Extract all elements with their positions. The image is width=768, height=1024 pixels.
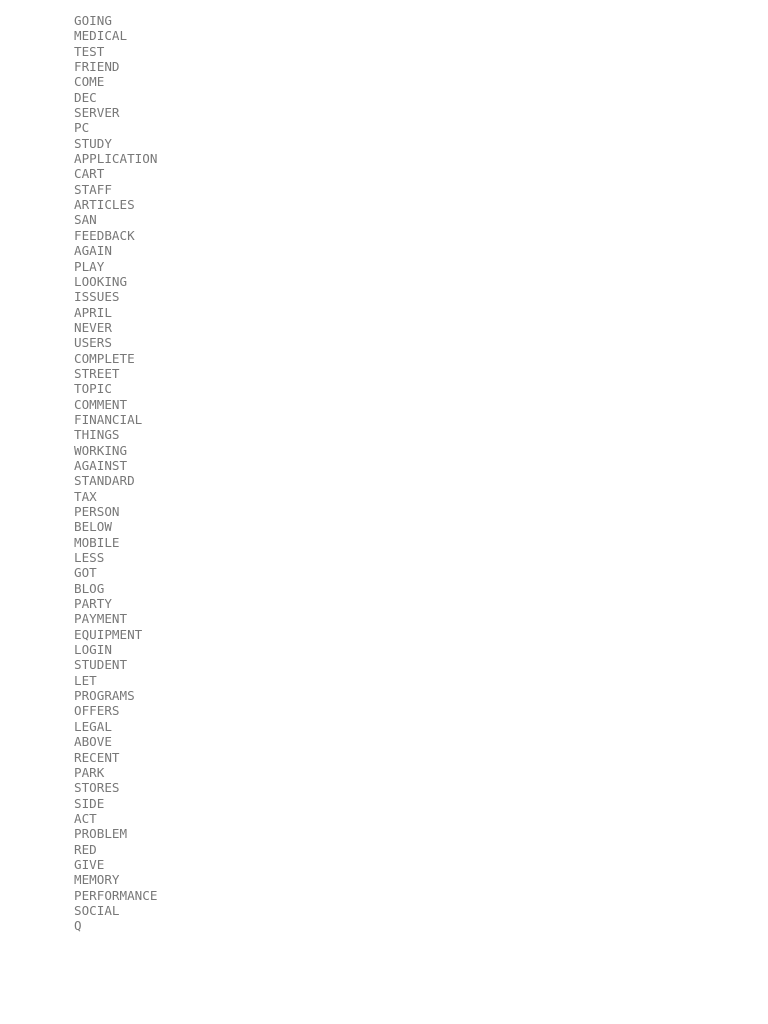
word-list-item: AGAIN [74,243,112,259]
word-list-item: LEGAL [74,718,112,734]
word-list-item: PERFORMANCE [74,887,158,903]
word-list-item: PLAY [74,258,105,274]
word-list-item: STUDY [74,135,112,151]
word-list-item: STANDARD [74,473,135,489]
word-list-item: SIDE [74,795,105,811]
word-list-item: PROGRAMS [74,688,135,704]
word-list-item: FEEDBACK [74,227,135,243]
word-list-item: COMPLETE [74,350,135,366]
word-list-item: APRIL [74,304,112,320]
word-list-item: STREET [74,365,120,381]
word-list-item: TEST [74,43,105,59]
word-list-item: ABOVE [74,734,112,750]
word-list-item: LESS [74,550,105,566]
word-list-item: GIVE [74,856,105,872]
word-list-item: PC [74,120,90,136]
word-list-item: COMMENT [74,396,128,412]
word-list-item: GOING [74,13,112,28]
word-list-item: DEC [74,89,97,105]
word-list-item: WORKING [74,442,128,458]
word-list-item: ARTICLES [74,197,135,213]
word-list-item: Q [74,918,82,934]
word-list-item: STORES [74,780,120,796]
word-list-item: TAX [74,488,97,504]
word-list-item: COME [74,74,105,90]
word-list-item: FINANCIAL [74,411,143,427]
word-list-item: USERS [74,335,112,351]
word-list-item: PERSON [74,504,120,519]
word-list-item: BLOG [74,580,105,596]
word-list-item: OFFERS [74,703,120,719]
word-list-item: LOGIN [74,642,112,658]
word-list-item: CART [74,166,105,182]
word-list-item: PAYMENT [74,611,128,627]
word-list-item: MEDICAL [74,28,128,44]
word-list-item: STAFF [74,181,112,197]
word-list-item: MEMORY [74,872,120,888]
word-list-item: LET [74,672,97,688]
word-list-item: BELOW [74,519,112,535]
word-list-item: LOOKING [74,273,128,289]
word-list-item: THINGS [74,427,120,443]
word-list-item: NEVER [74,319,112,335]
word-list-item: SOCIAL [74,902,120,918]
word-list-item: PARK [74,764,105,780]
word-list-item: PARTY [74,596,112,612]
word-list-item: APPLICATION [74,151,158,167]
word-list-item: RED [74,841,97,857]
word-list-item: STUDENT [74,657,128,673]
word-list-item: TOPIC [74,381,112,397]
word-list-item: GOT [74,565,97,581]
word-list-item: RECENT [74,749,120,765]
word-list-item: FRIEND [74,59,120,75]
word-list-item: ISSUES [74,289,120,305]
word-list: GOING MEDICAL TEST FRIEND COME DEC SERVER PC STU… [74,13,157,934]
word-list-item: SERVER [74,105,120,121]
word-list-item: PROBLEM [74,826,128,842]
word-list-item: AGAINST [74,457,128,473]
word-list-item: ACT [74,810,97,826]
word-list-item: SAN [74,212,97,228]
word-list-item: MOBILE [74,534,120,550]
word-list-item: EQUIPMENT [74,626,143,642]
